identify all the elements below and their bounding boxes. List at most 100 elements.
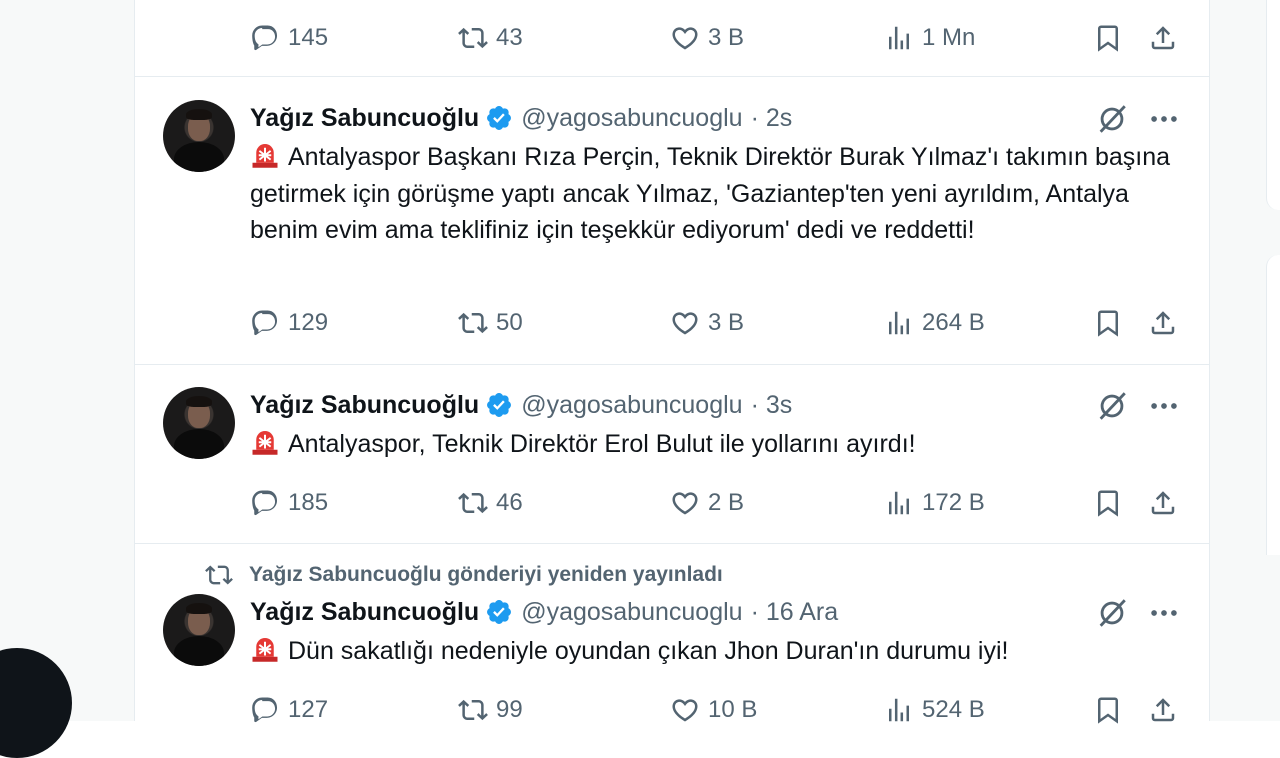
bookmark-icon: [1098, 25, 1118, 52]
bookmark-button[interactable]: [1093, 690, 1123, 730]
tweet-text-container: Antalyaspor, Teknik Direktör Erol Bulut …: [250, 426, 1180, 463]
share-button[interactable]: [1148, 690, 1178, 730]
like-button[interactable]: 3 B: [670, 303, 744, 343]
siren-emoji: [252, 144, 278, 168]
tweet-text: Dün sakatlığı nedeniyle oyundan çıkan Jh…: [288, 637, 1009, 665]
author-name[interactable]: Yağız Sabuncuoğlu: [250, 391, 479, 420]
retweet-icon: [458, 492, 488, 514]
views-count: 172 B: [922, 489, 985, 516]
right-panel-edge-2: [1266, 255, 1280, 555]
tweet[interactable]: Yağız Sabuncuoğlu @yagosabuncuoglu · 2s …: [135, 77, 1209, 364]
views-button[interactable]: 172 B: [884, 483, 985, 523]
retweet-count: 43: [496, 24, 523, 51]
reply-button[interactable]: 185: [250, 483, 328, 523]
like-button[interactable]: 3 B: [670, 18, 744, 58]
siren-emoji: [252, 431, 278, 455]
avatar-hair: [186, 396, 212, 407]
retweet-button[interactable]: 46: [458, 483, 523, 523]
tweet-time[interactable]: · 16 Ara: [751, 598, 839, 627]
like-count: 3 B: [708, 309, 745, 336]
reply-button[interactable]: 127: [250, 690, 328, 730]
reply-button[interactable]: 129: [250, 303, 328, 343]
heart-icon: [672, 27, 698, 50]
views-button[interactable]: 264 B: [884, 303, 985, 343]
views-icon: [889, 26, 909, 50]
share-button[interactable]: [1148, 18, 1178, 58]
views-icon: [889, 491, 909, 515]
share-icon: [1151, 491, 1175, 515]
more-icon[interactable]: [1147, 596, 1181, 630]
tweet-text: Antalyaspor Başkanı Rıza Perçin, Teknik …: [250, 143, 1171, 244]
views-count: 524 B: [922, 696, 985, 723]
tweet[interactable]: Yağız Sabuncuoğlu gönderiyi yeniden yayı…: [135, 544, 1209, 724]
tweet-time[interactable]: · 3s: [751, 391, 793, 420]
reply-button[interactable]: 145: [250, 18, 328, 58]
grok-icon[interactable]: [1095, 102, 1129, 136]
tweet[interactable]: Yağız Sabuncuoğlu @yagosabuncuoglu · 3s …: [135, 365, 1209, 543]
tweet-actions: 145 43 3 B 1 Mn: [250, 18, 1175, 58]
avatar[interactable]: [163, 594, 235, 666]
like-count: 2 B: [708, 489, 745, 516]
tweet-text: Antalyaspor, Teknik Direktör Erol Bulut …: [288, 430, 916, 458]
avatar-body: [174, 142, 224, 172]
share-button[interactable]: [1148, 483, 1178, 523]
reply-count: 129: [288, 309, 329, 336]
reply-count: 185: [288, 489, 329, 516]
views-button[interactable]: 524 B: [884, 690, 985, 730]
like-count: 3 B: [708, 24, 745, 51]
retweet-count: 99: [496, 696, 523, 723]
retweet-label: Yağız Sabuncuoğlu gönderiyi yeniden yayı…: [249, 563, 723, 586]
reply-icon: [252, 25, 278, 51]
avatar[interactable]: [163, 100, 235, 172]
avatar-body: [174, 429, 224, 459]
grok-icon[interactable]: [1095, 596, 1129, 630]
retweet-context[interactable]: Yağız Sabuncuoğlu gönderiyi yeniden yayı…: [205, 560, 723, 590]
heart-icon: [672, 312, 698, 335]
views-count: 264 B: [922, 309, 985, 336]
retweet-button[interactable]: 43: [458, 18, 523, 58]
tweet-text-container: Dün sakatlığı nedeniyle oyundan çıkan Jh…: [250, 633, 1180, 670]
retweet-icon: [458, 27, 488, 49]
author-handle[interactable]: @yagosabuncuoglu: [521, 391, 742, 420]
retweet-count: 50: [496, 309, 523, 336]
tweet-actions: 185 46 2 B 172 B: [250, 483, 1175, 523]
views-button[interactable]: 1 Mn: [884, 18, 975, 58]
author-handle[interactable]: @yagosabuncuoglu: [521, 104, 742, 133]
author-handle[interactable]: @yagosabuncuoglu: [521, 598, 742, 627]
more-icon[interactable]: [1147, 389, 1181, 423]
verified-badge-icon: [487, 393, 512, 417]
retweet-button[interactable]: 99: [458, 690, 523, 730]
avatar-hair: [186, 109, 212, 120]
retweet-icon: [205, 565, 233, 585]
grok-icon[interactable]: [1095, 389, 1129, 423]
share-icon: [1151, 311, 1175, 335]
right-panel-edge: [1266, 0, 1280, 210]
author-name[interactable]: Yağız Sabuncuoğlu: [250, 598, 479, 627]
timeline-feed: 145 43 3 B 1 Mn Yağız Sabuncuoğlu @yagos…: [134, 0, 1210, 724]
tweet-actions: 127 99 10 B 524 B: [250, 690, 1175, 730]
bookmark-icon: [1098, 490, 1118, 517]
like-button[interactable]: 10 B: [670, 690, 757, 730]
tweet-actions: 129 50 3 B 264 B: [250, 303, 1175, 343]
more-icon[interactable]: [1147, 102, 1181, 136]
bookmark-button[interactable]: [1093, 303, 1123, 343]
retweet-icon: [458, 312, 488, 334]
share-button[interactable]: [1148, 303, 1178, 343]
views-count: 1 Mn: [922, 24, 976, 51]
tweet-text-container: Antalyaspor Başkanı Rıza Perçin, Teknik …: [250, 139, 1180, 249]
tweet-time[interactable]: · 2s: [751, 104, 793, 133]
avatar[interactable]: [163, 387, 235, 459]
like-count: 10 B: [708, 696, 758, 723]
like-button[interactable]: 2 B: [670, 483, 744, 523]
verified-badge-icon: [487, 106, 512, 130]
verified-badge-icon: [487, 600, 512, 624]
bookmark-button[interactable]: [1093, 483, 1123, 523]
reply-count: 145: [288, 24, 329, 51]
siren-emoji: [252, 638, 278, 662]
heart-icon: [672, 492, 698, 515]
author-name[interactable]: Yağız Sabuncuoğlu: [250, 104, 479, 133]
bookmark-icon: [1098, 310, 1118, 337]
bookmark-button[interactable]: [1093, 18, 1123, 58]
views-icon: [889, 311, 909, 335]
retweet-button[interactable]: 50: [458, 303, 523, 343]
